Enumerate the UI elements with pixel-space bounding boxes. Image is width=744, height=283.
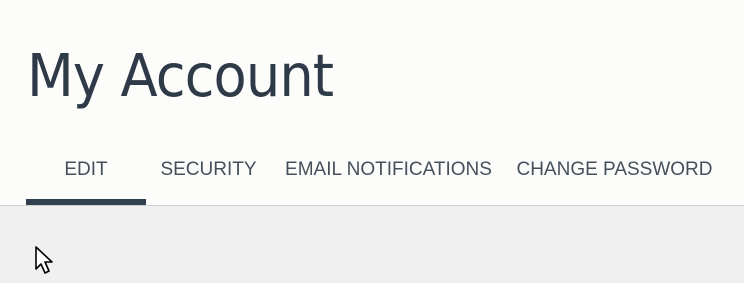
tab-content-area: [0, 206, 744, 283]
tab-change-password[interactable]: CHANGE PASSWORD: [506, 148, 723, 205]
tab-email-notifications[interactable]: EMAIL NOTIFICATIONS: [271, 148, 506, 205]
page-title: My Account: [27, 41, 334, 110]
account-tabs: EDIT SECURITY EMAIL NOTIFICATIONS CHANGE…: [26, 148, 723, 205]
tab-edit[interactable]: EDIT: [26, 148, 146, 205]
mouse-pointer-icon: [35, 246, 53, 274]
tab-security[interactable]: SECURITY: [146, 148, 271, 205]
account-header: My Account EDIT SECURITY EMAIL NOTIFICAT…: [0, 0, 744, 205]
